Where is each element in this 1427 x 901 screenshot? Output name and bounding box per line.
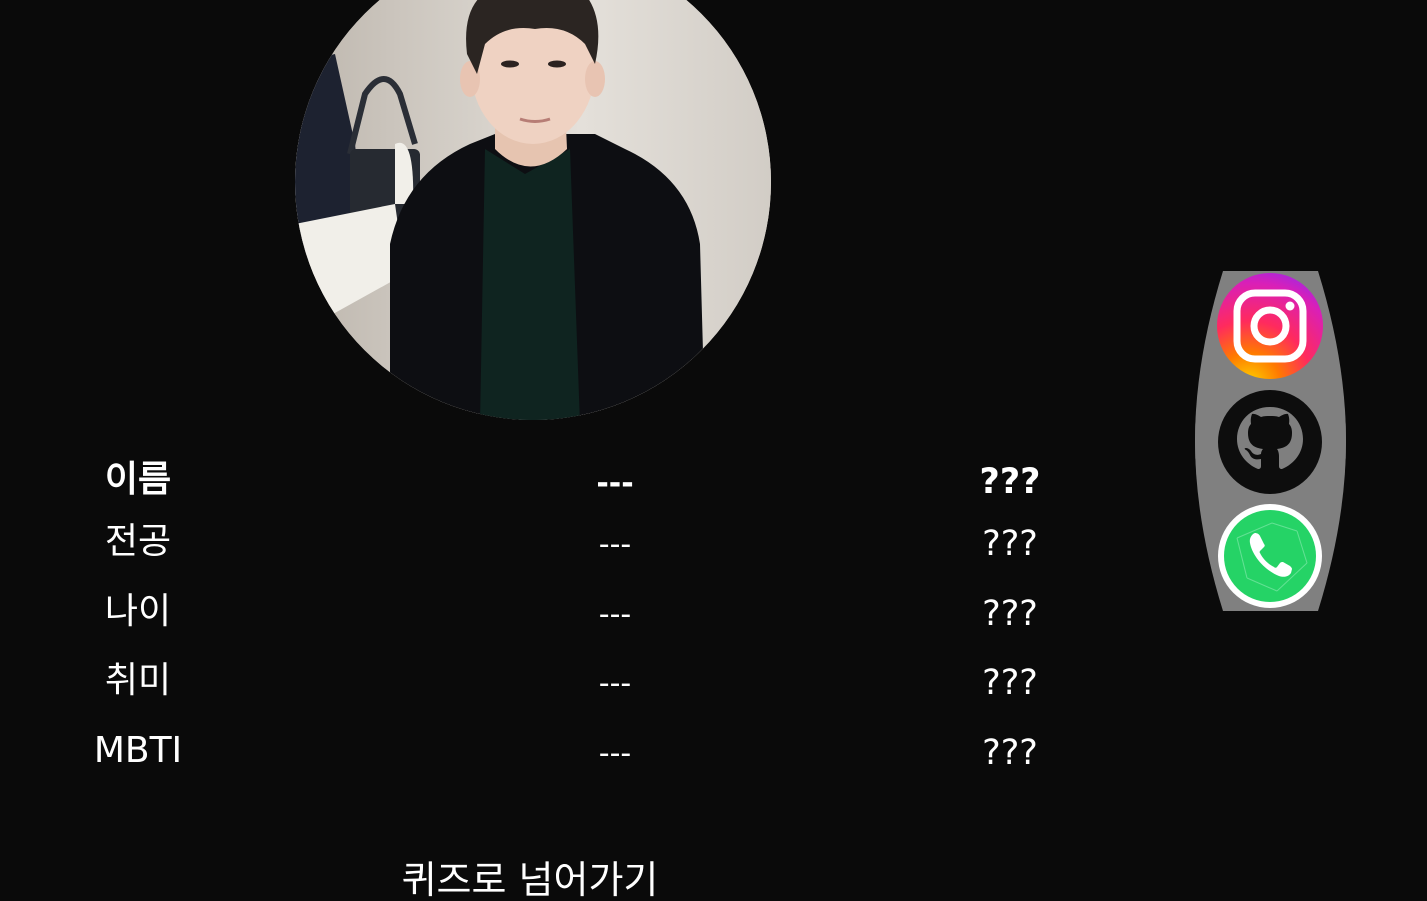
info-label: 나이	[104, 591, 172, 632]
info-value: ---	[598, 666, 632, 701]
info-row-hobby: 취미 --- ???	[0, 651, 1100, 711]
info-row-age: 나이 --- ???	[0, 582, 1100, 642]
social-links-panel	[1195, 271, 1346, 611]
whatsapp-phone-icon[interactable]	[1217, 503, 1323, 609]
info-answer: ???	[982, 524, 1038, 564]
info-value: ---	[596, 466, 634, 501]
info-label: MBTI	[93, 730, 183, 771]
info-answer: ???	[982, 733, 1038, 773]
info-value: ---	[598, 736, 632, 771]
info-label: 전공	[104, 521, 172, 562]
info-label: 취미	[104, 660, 172, 701]
profile-page: 이름 --- ??? 전공 --- ??? 나이 --- ??? 취미 --- …	[0, 0, 1427, 901]
info-answer: ???	[979, 462, 1041, 502]
info-value: ---	[598, 527, 632, 562]
info-row-mbti: MBTI --- ???	[0, 721, 1100, 781]
go-to-quiz-link[interactable]: 퀴즈로 넘어가기	[380, 852, 680, 901]
info-answer: ???	[982, 594, 1038, 634]
info-value: ---	[598, 597, 632, 632]
profile-photo	[295, 0, 771, 420]
info-answer: ???	[982, 663, 1038, 703]
instagram-icon[interactable]	[1217, 273, 1323, 379]
info-label: 이름	[104, 459, 172, 500]
info-row-major: 전공 --- ???	[0, 512, 1100, 572]
info-row-name: 이름 --- ???	[0, 450, 1100, 510]
github-icon[interactable]	[1217, 389, 1323, 495]
